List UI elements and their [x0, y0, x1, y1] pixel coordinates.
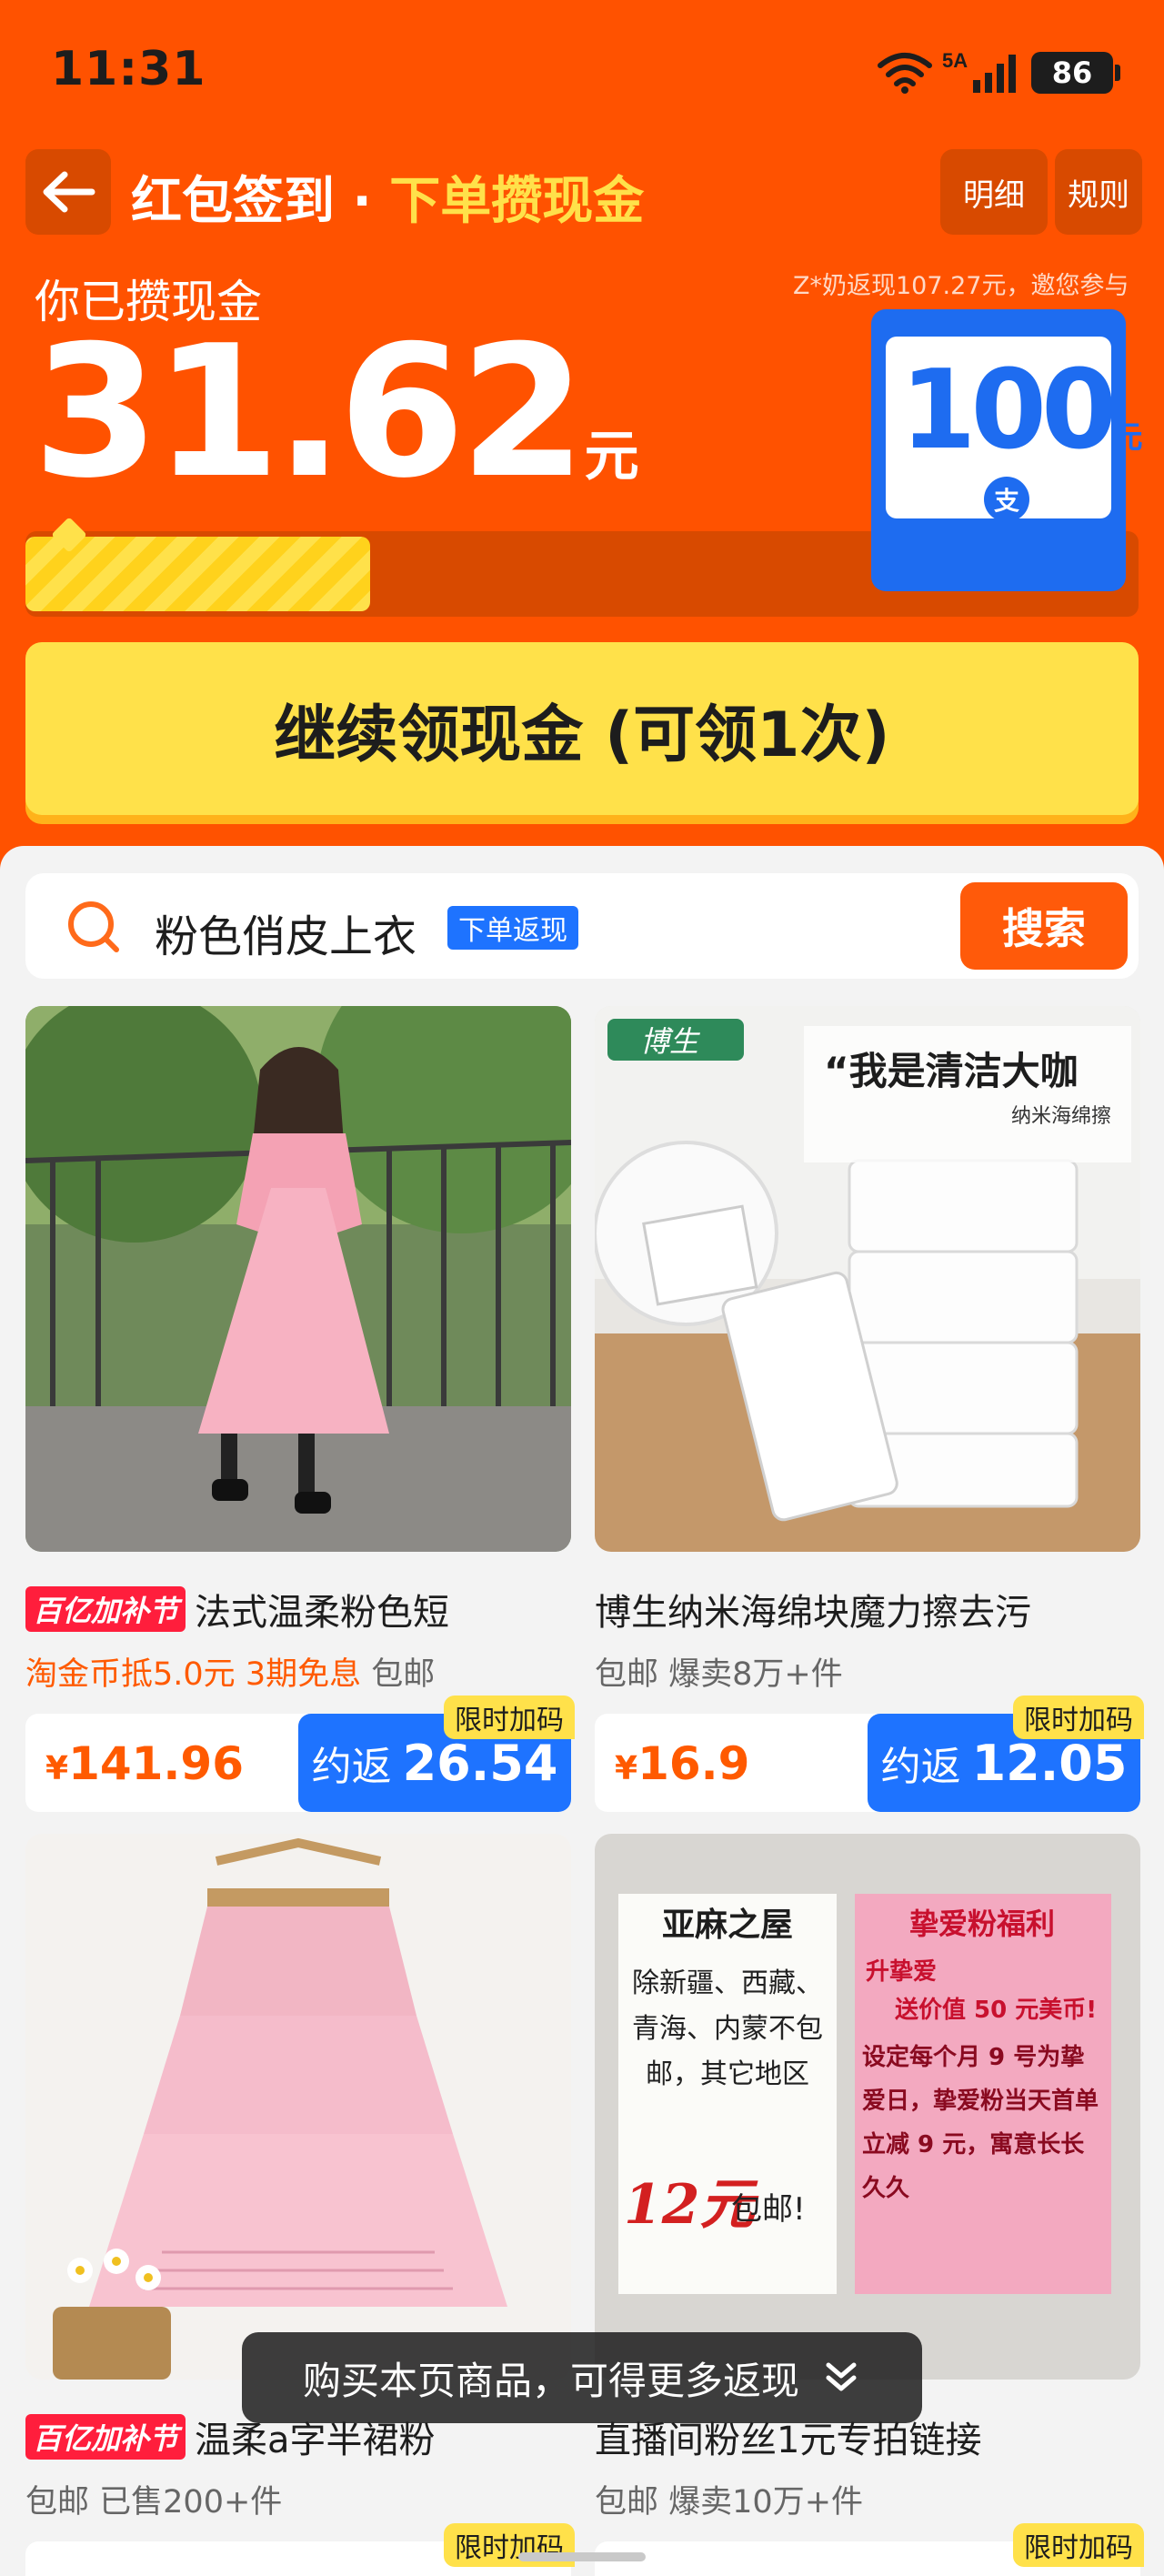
left-notice-suffix: 包邮! — [731, 2191, 806, 2228]
page-title: 红包签到 · 下单攒现金 — [131, 160, 644, 234]
left-notice-body: 除新疆、西藏、青海、内蒙不包邮，其它地区 — [632, 1967, 823, 2090]
sales-count: 已售200+件 — [99, 2484, 283, 2521]
detail-button[interactable]: 明细 — [940, 149, 1048, 235]
home-indicator — [518, 2552, 646, 2561]
price-row: 限时加码 — [25, 2523, 575, 2576]
alipay-logo-icon: 支 — [984, 477, 1029, 522]
installment-badge: 3期免息 — [245, 1656, 362, 1693]
search-button[interactable]: 搜索 — [960, 882, 1128, 970]
coupon-amount-value: 100 — [900, 347, 1117, 474]
promo-text: Z*奶返现107.27元，邀您参与 — [793, 272, 1129, 300]
rules-button[interactable]: 规则 — [1055, 149, 1142, 235]
promo-tag: 百亿加补节 — [25, 2414, 186, 2460]
product-title-text: 温柔a字半裙粉 — [195, 2420, 436, 2461]
toast-text: 购买本页商品，可得更多返现 — [302, 2358, 799, 2403]
free-shipping: 包邮 — [595, 1656, 659, 1693]
title-accent: 下单攒现金 — [389, 172, 645, 231]
status-time: 11:31 — [51, 42, 206, 96]
coupon-amount: 100元 — [900, 357, 1143, 466]
back-button[interactable] — [25, 149, 111, 235]
coupon-unit: 元 — [1111, 419, 1143, 456]
price-value: 141.96 — [68, 1737, 245, 1790]
promo-tag: 百亿加补节 — [25, 1586, 186, 1632]
savings-amount-value: 31.62 — [33, 307, 587, 518]
right-notice-title: 挚爱粉福利 — [909, 1907, 1055, 1941]
sales-count: 爆卖10万+件 — [668, 2484, 864, 2521]
alipay-coupon[interactable]: 100元 支 — [871, 309, 1143, 591]
limited-boost-tag: 限时加码 — [1013, 2523, 1144, 2567]
search-input[interactable]: 粉色俏皮上衣 — [155, 901, 416, 964]
status-bar: 11:31 5A 86 — [0, 0, 1164, 136]
currency-symbol: ¥ — [45, 1750, 69, 1787]
product-meta: 包邮 爆卖10万+件 — [595, 2476, 863, 2522]
signal-icon: 5A — [942, 49, 1016, 93]
price-row: ¥141.96 约返 26.54 限时加码 — [25, 1696, 575, 1812]
pink-dress-photo — [25, 1006, 571, 1552]
savings-amount: 31.62元 — [33, 322, 639, 504]
product-image[interactable] — [25, 1834, 571, 2380]
free-shipping: 包邮 — [371, 1656, 436, 1693]
rebate-toast[interactable]: 购买本页商品，可得更多返现 — [242, 2332, 922, 2423]
left-notice-title: 亚麻之屋 — [662, 1907, 793, 1944]
rebate-label: 约返 — [311, 1744, 392, 1790]
pink-skirt-photo — [25, 1834, 571, 2380]
free-shipping: 包邮 — [25, 2484, 90, 2521]
product-image[interactable]: 亚麻之屋 除新疆、西藏、青海、内蒙不包邮，其它地区 12元 包邮! 挚爱粉福利 … — [595, 1834, 1140, 2380]
free-shipping: 包邮 — [595, 2484, 659, 2521]
price-row: 限时加码 — [595, 2523, 1144, 2576]
right-notice-line2: 送价值 50 元美币! — [895, 1996, 1097, 2024]
product-price: ¥141.96 — [45, 1737, 244, 1790]
right-notice-body: 设定每个月 9 号为挚爱日，挚爱粉当天首单立减 9 元，寓意长长久久 — [862, 2044, 1099, 2202]
right-notice-line1: 升挚爱 — [866, 1958, 937, 1986]
coin-discount: 淘金币抵5.0元 — [25, 1656, 236, 1693]
product-title[interactable]: 百亿加补节 法式温柔粉色短 — [25, 1583, 571, 1635]
wifi-icon — [878, 53, 932, 94]
coupon-card: 100元 支 — [886, 337, 1143, 522]
brand-text: 博生 — [640, 1024, 700, 1059]
sponge-photo: 博生 “我是清洁大咖 纳米海绵擦 — [595, 1006, 1140, 1552]
product-title[interactable]: 博生纳米海绵块魔力擦去污 — [595, 1583, 1140, 1635]
product-meta: 淘金币抵5.0元 3期免息 包邮 — [25, 1648, 435, 1695]
product-price: ¥16.9 — [615, 1737, 749, 1790]
currency-symbol: ¥ — [615, 1750, 638, 1787]
search-badge: 下单返现 — [447, 906, 578, 950]
status-icons: 5A 86 — [877, 47, 1120, 98]
product-image[interactable]: 博生 “我是清洁大咖 纳米海绵擦 — [595, 1006, 1140, 1552]
battery-icon: 86 — [1031, 52, 1120, 94]
rebate-value: 26.54 — [402, 1734, 558, 1792]
price-row: ¥16.9 约返 12.05 限时加码 — [595, 1696, 1144, 1812]
rebate-label: 约返 — [880, 1744, 961, 1790]
price-value: 16.9 — [637, 1737, 750, 1790]
product-image[interactable] — [25, 1006, 571, 1552]
image-headline: “我是清洁大咖 — [824, 1049, 1079, 1093]
product-meta: 包邮 已售200+件 — [25, 2476, 282, 2522]
arrow-left-icon — [43, 171, 95, 213]
product-title-text: 法式温柔粉色短 — [195, 1592, 450, 1634]
image-subline: 纳米海绵擦 — [1011, 1105, 1111, 1128]
sales-count: 爆卖8万+件 — [668, 1656, 843, 1693]
rebate-value: 12.05 — [971, 1734, 1128, 1792]
limited-boost-tag: 限时加码 — [1013, 1696, 1144, 1739]
double-chevron-down-icon — [826, 2362, 857, 2391]
search-icon — [68, 901, 119, 952]
title-main: 红包签到 · — [131, 172, 390, 231]
limited-boost-tag: 限时加码 — [444, 1696, 575, 1739]
claim-cash-button[interactable]: 继续领现金 (可领1次) — [25, 642, 1139, 815]
savings-amount-unit: 元 — [584, 425, 639, 488]
product-meta: 包邮 爆卖8万+件 — [595, 1648, 843, 1695]
network-type-text: 5A — [942, 49, 968, 72]
savings-progress-fill — [25, 537, 370, 611]
notice-photo: 亚麻之屋 除新疆、西藏、青海、内蒙不包邮，其它地区 12元 包邮! 挚爱粉福利 … — [595, 1834, 1140, 2380]
